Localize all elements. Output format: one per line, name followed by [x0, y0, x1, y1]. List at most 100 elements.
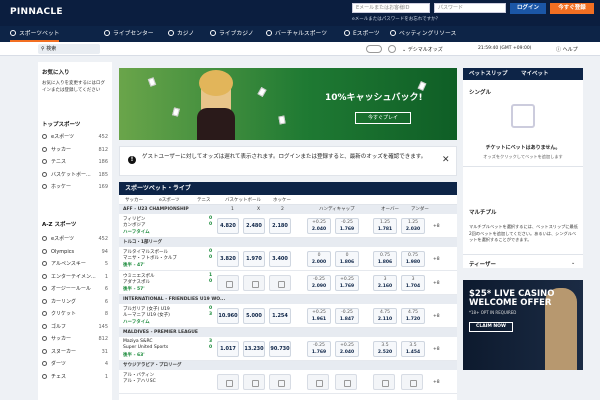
odds-button[interactable]: -0.25 1.769 — [307, 341, 331, 357]
odds-button[interactable]: +0.25 1.961 — [307, 308, 331, 324]
odds-button[interactable]: 2.180 — [269, 218, 291, 234]
sidebar-item[interactable]: エンターテイメン... 1 — [42, 272, 108, 282]
sidebar-item[interactable]: スヌーカー 31 — [42, 347, 108, 357]
odds-button[interactable]: 0 1.806 — [335, 251, 359, 267]
odds-button[interactable]: 1.017 — [217, 341, 239, 357]
nav-casino[interactable]: カジノ — [168, 26, 194, 42]
teaser-title[interactable]: ティーザー — [469, 260, 496, 268]
odds-button[interactable]: 10.960 — [217, 308, 239, 324]
match-row[interactable]: Maziya S&RC Super United Sports 後半 - 63' 3 0… — [119, 337, 457, 361]
odds-button[interactable]: 1.25 1.781 — [373, 218, 397, 234]
claim-now-button[interactable]: CLAIM NOW — [469, 322, 513, 332]
odds-button[interactable]: 1.25 2.030 — [401, 218, 425, 234]
match-row[interactable]: フィリピン カンボジア ハーフタイム 0 0 4.820 2.480 2.180 +0.25 2.… — [119, 214, 457, 238]
more-markets-link[interactable]: +8 — [433, 224, 440, 229]
odds-button[interactable]: 4.75 2.110 — [373, 308, 397, 324]
sidebar-item[interactable]: アルペンスキー 5 — [42, 259, 108, 269]
nav-sports[interactable]: スポーツベット — [10, 26, 60, 42]
odds-button[interactable]: 0.75 1.980 — [401, 251, 425, 267]
league-header[interactable]: INTERNATIONAL - FRIENDLIES U19 WO... — [119, 295, 457, 304]
match-row[interactable]: アルタイマルスポール マニサ・フトボル・クルブ 後半 - 47' 0 0 3.820 1.9… — [119, 247, 457, 271]
odds-button[interactable]: 4.75 1.720 — [401, 308, 425, 324]
odds-button[interactable]: +0.25 2.040 — [307, 218, 331, 234]
odds-line: 0.75 — [379, 253, 391, 258]
sidebar-item[interactable]: カーリング 6 — [42, 297, 108, 307]
odds-format-select[interactable]: ⌄ デシマルオッズ — [402, 46, 443, 53]
odds-button[interactable]: 0.75 1.806 — [373, 251, 397, 267]
sidebar-item[interactable]: バスケットボー... 185 — [42, 170, 108, 180]
odds-button[interactable]: -0.25 1.769 — [335, 218, 359, 234]
sidebar-item[interactable]: オージーールール 6 — [42, 284, 108, 294]
more-markets-link[interactable]: +8 — [433, 380, 440, 385]
odds-button[interactable]: 3.400 — [269, 251, 291, 267]
tab-hockey[interactable]: ホッケー — [273, 197, 291, 203]
tab-basketball[interactable]: バスケットボール — [225, 197, 261, 203]
tab-betslip[interactable]: ベットスリップ — [469, 68, 508, 80]
odds-button[interactable]: 5.000 — [243, 308, 265, 324]
sidebar-item[interactable]: ホッケー 169 — [42, 182, 108, 192]
league-header[interactable]: トルコ・1部リーグ — [119, 238, 457, 247]
email-input[interactable]: Eメールまたはお客様ID — [352, 3, 430, 13]
tab-my-bets[interactable]: マイベット — [521, 68, 549, 80]
odds-button[interactable]: 90.730 — [269, 341, 291, 357]
odds-button[interactable]: 4.820 — [217, 218, 239, 234]
odds-button[interactable]: -0.25 1.847 — [335, 308, 359, 324]
odds-button[interactable]: 3.5 1.454 — [401, 341, 425, 357]
nav-betting-resources[interactable]: ベッティングリソース — [390, 26, 456, 42]
league-header[interactable]: サウジアラビア・プロリーグ — [119, 361, 457, 370]
chevron-down-icon[interactable]: ⌄ — [571, 260, 575, 266]
league-header[interactable]: MALDIVES - PREMIER LEAGUE — [119, 328, 457, 337]
live-casino-promo[interactable]: $25* LIVE CASINO WELCOME OFFER *18+ OPT I… — [463, 280, 583, 370]
pinnacle-logo[interactable]: PINNACLE — [10, 7, 63, 17]
sidebar-item[interactable]: eスポーツ 452 — [42, 132, 108, 142]
nav-live-casino[interactable]: ライブカジノ — [210, 26, 254, 42]
odds-button[interactable]: 3.5 2.520 — [373, 341, 397, 357]
promo-subtitle: *18+ OPT IN REQUIRED — [469, 310, 517, 315]
sidebar-item[interactable]: Olympics 94 — [42, 247, 108, 257]
sidebar-item[interactable]: テニス 186 — [42, 157, 108, 167]
more-markets-link[interactable]: +8 — [433, 314, 440, 319]
odds-button[interactable]: -0.25 2.090 — [307, 275, 331, 291]
cashback-banner[interactable]: 10%キャッシュバック! 今すぐプレイ — [119, 68, 457, 140]
odds-button[interactable]: 2.480 — [243, 218, 265, 234]
login-button[interactable]: ログイン — [510, 3, 546, 14]
sidebar-item[interactable]: サッカー 812 — [42, 145, 108, 155]
match-row[interactable]: ウミニエスポル アダナスポル 後半 - 57' 1 0 -0.25 2.090 +0.25 1.… — [119, 271, 457, 295]
theme-toggle[interactable] — [366, 45, 382, 53]
sidebar-item[interactable]: ダーツ 4 — [42, 359, 108, 369]
odds-button[interactable]: 13.230 — [243, 341, 265, 357]
more-markets-link[interactable]: +8 — [433, 347, 440, 352]
more-markets-link[interactable]: +8 — [433, 257, 440, 262]
odds-button[interactable]: 1.970 — [243, 251, 265, 267]
password-input[interactable]: パスワード — [434, 3, 506, 13]
display-settings-icon[interactable] — [388, 45, 396, 53]
forgot-credentials-link[interactable]: eメールまたはパスワードをお忘れですか？ — [352, 16, 440, 22]
sidebar-item[interactable]: ゴルフ 145 — [42, 322, 108, 332]
odds-button[interactable]: 0 2.000 — [307, 251, 331, 267]
odds-button[interactable]: +0.25 1.769 — [335, 275, 359, 291]
tab-tennis[interactable]: テニス — [197, 197, 211, 203]
nav-live-center[interactable]: ライブセンター — [104, 26, 154, 42]
sidebar-item[interactable]: サッカー 812 — [42, 334, 108, 344]
tab-soccer[interactable]: サッカー — [125, 197, 143, 203]
tab-esports[interactable]: eスポーツ — [159, 197, 180, 203]
odds-button[interactable]: 1.254 — [269, 308, 291, 324]
odds-button[interactable]: 3.820 — [217, 251, 239, 267]
sidebar-item[interactable]: クリケット 8 — [42, 309, 108, 319]
sidebar-item[interactable]: eスポーツ 452 — [42, 234, 108, 244]
signup-button[interactable]: 今すぐ登録 — [550, 3, 594, 14]
nav-esports[interactable]: Eスポーツ — [344, 26, 380, 42]
close-icon[interactable]: ✕ — [442, 155, 450, 165]
search-input[interactable]: ⚲ 検索 — [38, 44, 100, 54]
odds-button[interactable]: 3 1.704 — [401, 275, 425, 291]
sidebar-item[interactable]: チェス 1 — [42, 372, 108, 382]
league-header[interactable]: AFF - U23 CHAMPIONSHIP 1 X 2 ハンディキャップ オーバー アンダ… — [119, 205, 457, 214]
match-row[interactable]: ブルガリア (女子) U19 ルーマニア U19 (女子) ハーフタイム 0 3 10.9… — [119, 304, 457, 328]
play-now-button[interactable]: 今すぐプレイ — [355, 112, 411, 124]
odds-button[interactable]: +0.25 2.040 — [335, 341, 359, 357]
match-row[interactable]: アル・バティン アル・アハリSC +8 — [119, 370, 457, 394]
more-markets-link[interactable]: +8 — [433, 281, 440, 286]
nav-virtual-sports[interactable]: バーチャルスポーツ — [266, 26, 327, 42]
odds-button[interactable]: 3 2.160 — [373, 275, 397, 291]
help-link[interactable]: ⓘ ヘルプ — [556, 46, 578, 53]
